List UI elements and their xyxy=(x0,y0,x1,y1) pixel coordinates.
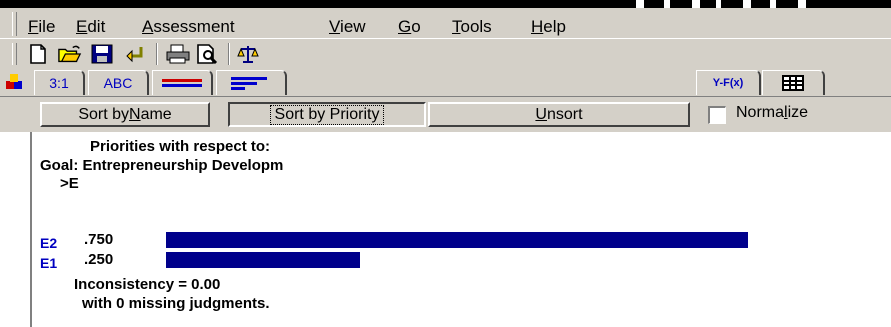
menu-help[interactable]: Help xyxy=(531,17,566,37)
tab-grid[interactable] xyxy=(762,70,825,95)
normalize-option[interactable]: Normalize xyxy=(700,102,891,127)
sort-by-name-button[interactable]: Sort by Name xyxy=(40,102,210,127)
menu-go[interactable]: Go xyxy=(398,17,421,37)
menu-file[interactable]: File xyxy=(28,17,55,37)
toolbar-separator xyxy=(228,43,230,65)
normalize-checkbox[interactable] xyxy=(708,106,726,124)
row-value-e1: .250 xyxy=(84,251,114,268)
title-bar-remnant xyxy=(0,0,891,8)
tab-formula[interactable]: Y-F(x) xyxy=(696,70,761,95)
left-gutter xyxy=(0,132,32,327)
print-preview-icon[interactable] xyxy=(196,43,220,65)
model-cubes-icon xyxy=(6,74,22,89)
menu-view[interactable]: View xyxy=(329,17,366,37)
priorities-heading: Priorities with respect to: xyxy=(90,138,271,155)
menu-tools[interactable]: Tools xyxy=(452,17,492,37)
inconsistency-text: Inconsistency = 0.00 xyxy=(74,276,221,293)
menu-grip xyxy=(12,12,17,36)
print-icon[interactable] xyxy=(166,43,190,65)
toolbar xyxy=(0,38,891,69)
toolbar-grip xyxy=(12,43,17,65)
tab-priorities[interactable] xyxy=(216,70,287,95)
priorities-panel: Priorities with respect to: Goal: Entrep… xyxy=(32,132,891,327)
unsort-button[interactable]: Unsort xyxy=(428,102,690,127)
undo-arrow-icon[interactable] xyxy=(122,43,146,65)
priority-bar-e1 xyxy=(166,252,360,268)
menu-edit[interactable]: Edit xyxy=(76,17,105,37)
node-path: >E xyxy=(60,175,79,192)
priority-bars-icon xyxy=(231,77,267,90)
missing-judgments-text: with 0 missing judgments. xyxy=(82,295,270,312)
row-value-e2: .750 xyxy=(84,231,114,248)
tab-verbal[interactable] xyxy=(152,70,213,95)
tab-ratio[interactable]: 3:1 xyxy=(34,70,85,95)
normalize-label: Normalize xyxy=(736,104,809,121)
save-disk-icon[interactable] xyxy=(90,43,114,65)
row-label-e1: E1 xyxy=(40,255,58,271)
toolbar-separator xyxy=(156,43,158,65)
menu-bar: File Edit Assessment View Go Tools Help xyxy=(0,8,891,38)
view-tabs: 3:1 ABC Y-F(x) xyxy=(0,68,891,96)
sort-bar: Sort by Name Sort by Priority Unsort Nor… xyxy=(0,96,891,133)
new-file-icon[interactable] xyxy=(26,43,50,65)
tab-model[interactable] xyxy=(4,70,26,94)
grid-table-icon xyxy=(782,75,804,91)
open-folder-icon[interactable] xyxy=(58,43,82,65)
menu-assessment[interactable]: Assessment xyxy=(142,17,235,37)
sort-by-priority-button[interactable]: Sort by Priority xyxy=(228,102,426,127)
tab-abc[interactable]: ABC xyxy=(88,70,149,95)
goal-text: Goal: Entrepreneurship Developm xyxy=(40,157,284,174)
row-label-e2: E2 xyxy=(40,235,58,251)
verbal-bars-icon xyxy=(162,79,202,87)
priority-bar-e2 xyxy=(166,232,748,248)
scales-icon[interactable] xyxy=(236,43,260,65)
